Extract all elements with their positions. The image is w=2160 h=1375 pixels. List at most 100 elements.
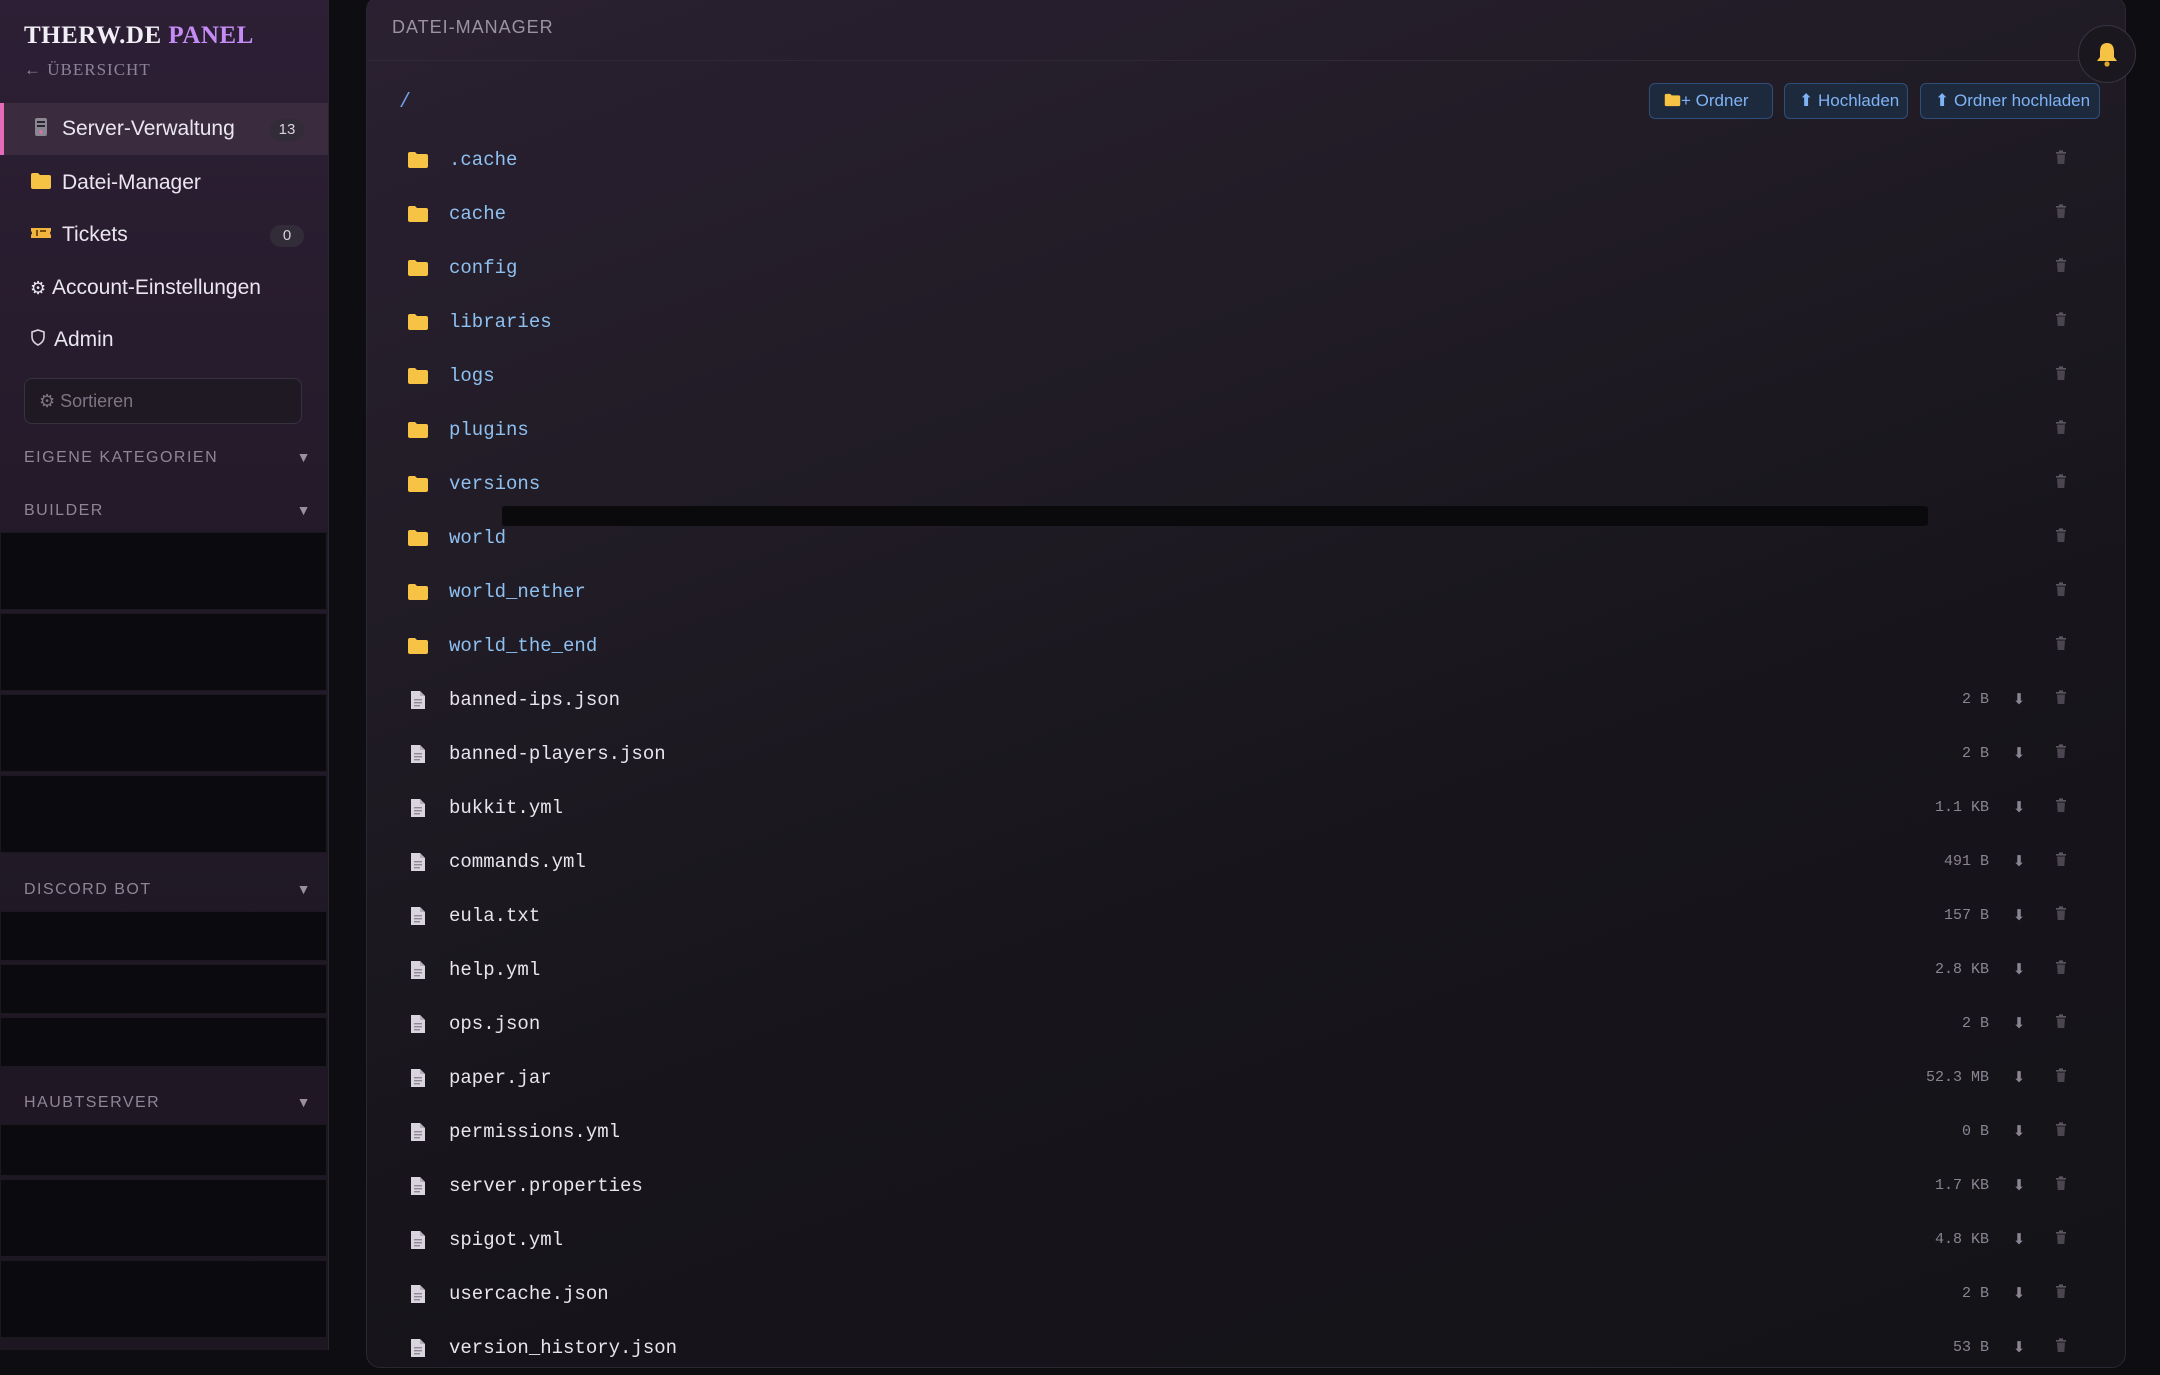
folder-row[interactable]: cache <box>391 187 2101 241</box>
file-row[interactable]: ops.json 2 B ⬇ <box>391 997 2101 1051</box>
trash-icon[interactable] <box>2051 744 2071 764</box>
trash-icon[interactable] <box>2051 798 2071 818</box>
entry-name[interactable]: spigot.yml <box>449 1213 563 1267</box>
file-row[interactable]: banned-ips.json 2 B ⬇ <box>391 673 2101 727</box>
folder-row[interactable]: .cache <box>391 133 2101 187</box>
trash-icon[interactable] <box>2051 474 2071 494</box>
entry-name[interactable]: cache <box>449 187 506 241</box>
download-icon[interactable]: ⬇ <box>2009 960 2029 980</box>
entry-name[interactable]: logs <box>449 349 495 403</box>
trash-icon[interactable] <box>2051 636 2071 656</box>
section-eigene-kategorien[interactable]: EIGENE KATEGORIEN ▼ <box>24 449 312 467</box>
folder-row[interactable]: world_the_end <box>391 619 2101 673</box>
file-row[interactable]: permissions.yml 0 B ⬇ <box>391 1105 2101 1159</box>
download-icon[interactable]: ⬇ <box>2009 1284 2029 1304</box>
download-icon[interactable]: ⬇ <box>2009 1014 2029 1034</box>
download-icon[interactable]: ⬇ <box>2009 1068 2029 1088</box>
entry-name[interactable]: eula.txt <box>449 889 540 943</box>
folder-row[interactable]: config <box>391 241 2101 295</box>
server-card-placeholder[interactable] <box>0 1124 327 1176</box>
section-discord-bot[interactable]: DISCORD BOT ▼ <box>24 881 312 899</box>
file-row[interactable]: usercache.json 2 B ⬇ <box>391 1267 2101 1321</box>
file-row[interactable]: spigot.yml 4.8 KB ⬇ <box>391 1213 2101 1267</box>
file-row[interactable]: help.yml 2.8 KB ⬇ <box>391 943 2101 997</box>
trash-icon[interactable] <box>2051 204 2071 224</box>
nav-item-account-einstellungen[interactable]: ⚙ Account-Einstellungen <box>0 262 328 314</box>
file-row[interactable]: banned-players.json 2 B ⬇ <box>391 727 2101 781</box>
folder-row[interactable]: world_nether <box>391 565 2101 619</box>
entry-name[interactable]: config <box>449 241 517 295</box>
entry-name[interactable]: plugins <box>449 403 529 457</box>
trash-icon[interactable] <box>2051 420 2071 440</box>
entry-name[interactable]: server.properties <box>449 1159 643 1213</box>
entry-name[interactable]: versions <box>449 457 540 511</box>
nav-item-tickets[interactable]: Tickets 0 <box>0 209 328 261</box>
nav-item-datei-manager[interactable]: Datei-Manager <box>0 157 328 209</box>
download-icon[interactable]: ⬇ <box>2009 1122 2029 1142</box>
nav-item-admin[interactable]: Admin <box>0 314 328 366</box>
file-row[interactable]: commands.yml 491 B ⬇ <box>391 835 2101 889</box>
breadcrumb-path[interactable]: / <box>399 91 411 114</box>
file-row[interactable]: server.properties 1.7 KB ⬇ <box>391 1159 2101 1213</box>
entry-name[interactable]: usercache.json <box>449 1267 609 1321</box>
download-icon[interactable]: ⬇ <box>2009 744 2029 764</box>
trash-icon[interactable] <box>2051 852 2071 872</box>
entry-name[interactable]: commands.yml <box>449 835 586 889</box>
download-icon[interactable]: ⬇ <box>2009 690 2029 710</box>
download-icon[interactable]: ⬇ <box>2009 1176 2029 1196</box>
entry-name[interactable]: world_the_end <box>449 619 597 673</box>
section-builder[interactable]: BUILDER ▼ <box>24 502 312 520</box>
entry-name[interactable]: libraries <box>449 295 552 349</box>
entry-name[interactable]: banned-ips.json <box>449 673 620 727</box>
entry-name[interactable]: .cache <box>449 133 517 187</box>
download-icon[interactable]: ⬇ <box>2009 798 2029 818</box>
entry-name[interactable]: bukkit.yml <box>449 781 563 835</box>
folder-row[interactable]: plugins <box>391 403 2101 457</box>
file-row[interactable]: eula.txt 157 B ⬇ <box>391 889 2101 943</box>
trash-icon[interactable] <box>2051 906 2071 926</box>
entry-name[interactable]: world <box>449 511 506 565</box>
server-card-placeholder[interactable] <box>0 775 327 853</box>
upload-folder-button[interactable]: ⬆ Ordner hochladen <box>1920 83 2100 119</box>
download-icon[interactable]: ⬇ <box>2009 1230 2029 1250</box>
server-card-placeholder[interactable] <box>0 1260 327 1338</box>
entry-name[interactable]: permissions.yml <box>449 1105 620 1159</box>
trash-icon[interactable] <box>2051 1068 2071 1088</box>
trash-icon[interactable] <box>2051 1176 2071 1196</box>
server-card-placeholder[interactable] <box>0 1017 327 1067</box>
trash-icon[interactable] <box>2051 258 2071 278</box>
section-haubtserver[interactable]: HAUBTSERVER ▼ <box>24 1094 312 1112</box>
file-row[interactable]: bukkit.yml 1.1 KB ⬇ <box>391 781 2101 835</box>
file-row[interactable]: paper.jar 52.3 MB ⬇ <box>391 1051 2101 1105</box>
trash-icon[interactable] <box>2051 1284 2071 1304</box>
entry-name[interactable]: help.yml <box>449 943 540 997</box>
brand-logo[interactable]: THERW.DE PANEL <box>24 22 254 50</box>
entry-name[interactable]: paper.jar <box>449 1051 552 1105</box>
nav-item-server-verwaltung[interactable]: Server-Verwaltung 13 <box>0 103 328 155</box>
server-card-placeholder[interactable] <box>0 1179 327 1257</box>
trash-icon[interactable] <box>2051 690 2071 710</box>
download-icon[interactable]: ⬇ <box>2009 852 2029 872</box>
download-icon[interactable]: ⬇ <box>2009 1338 2029 1358</box>
server-card-placeholder[interactable] <box>0 694 327 772</box>
entry-name[interactable]: banned-players.json <box>449 727 666 781</box>
trash-icon[interactable] <box>2051 1122 2071 1142</box>
entry-name[interactable]: ops.json <box>449 997 540 1051</box>
trash-icon[interactable] <box>2051 528 2071 548</box>
trash-icon[interactable] <box>2051 582 2071 602</box>
server-card-placeholder[interactable] <box>0 613 327 691</box>
trash-icon[interactable] <box>2051 1014 2071 1034</box>
file-row[interactable]: version_history.json 53 B ⬇ <box>391 1321 2101 1375</box>
entry-name[interactable]: version_history.json <box>449 1321 677 1375</box>
entry-name[interactable]: world_nether <box>449 565 586 619</box>
server-card-placeholder[interactable] <box>0 964 327 1014</box>
trash-icon[interactable] <box>2051 150 2071 170</box>
folder-row[interactable]: versions <box>391 457 2101 511</box>
trash-icon[interactable] <box>2051 1230 2071 1250</box>
new-folder-button[interactable]: + Ordner <box>1649 83 1773 119</box>
notifications-button[interactable] <box>2078 25 2136 83</box>
trash-icon[interactable] <box>2051 366 2071 386</box>
folder-row[interactable]: libraries <box>391 295 2101 349</box>
trash-icon[interactable] <box>2051 1338 2071 1358</box>
server-card-placeholder[interactable] <box>0 911 327 961</box>
